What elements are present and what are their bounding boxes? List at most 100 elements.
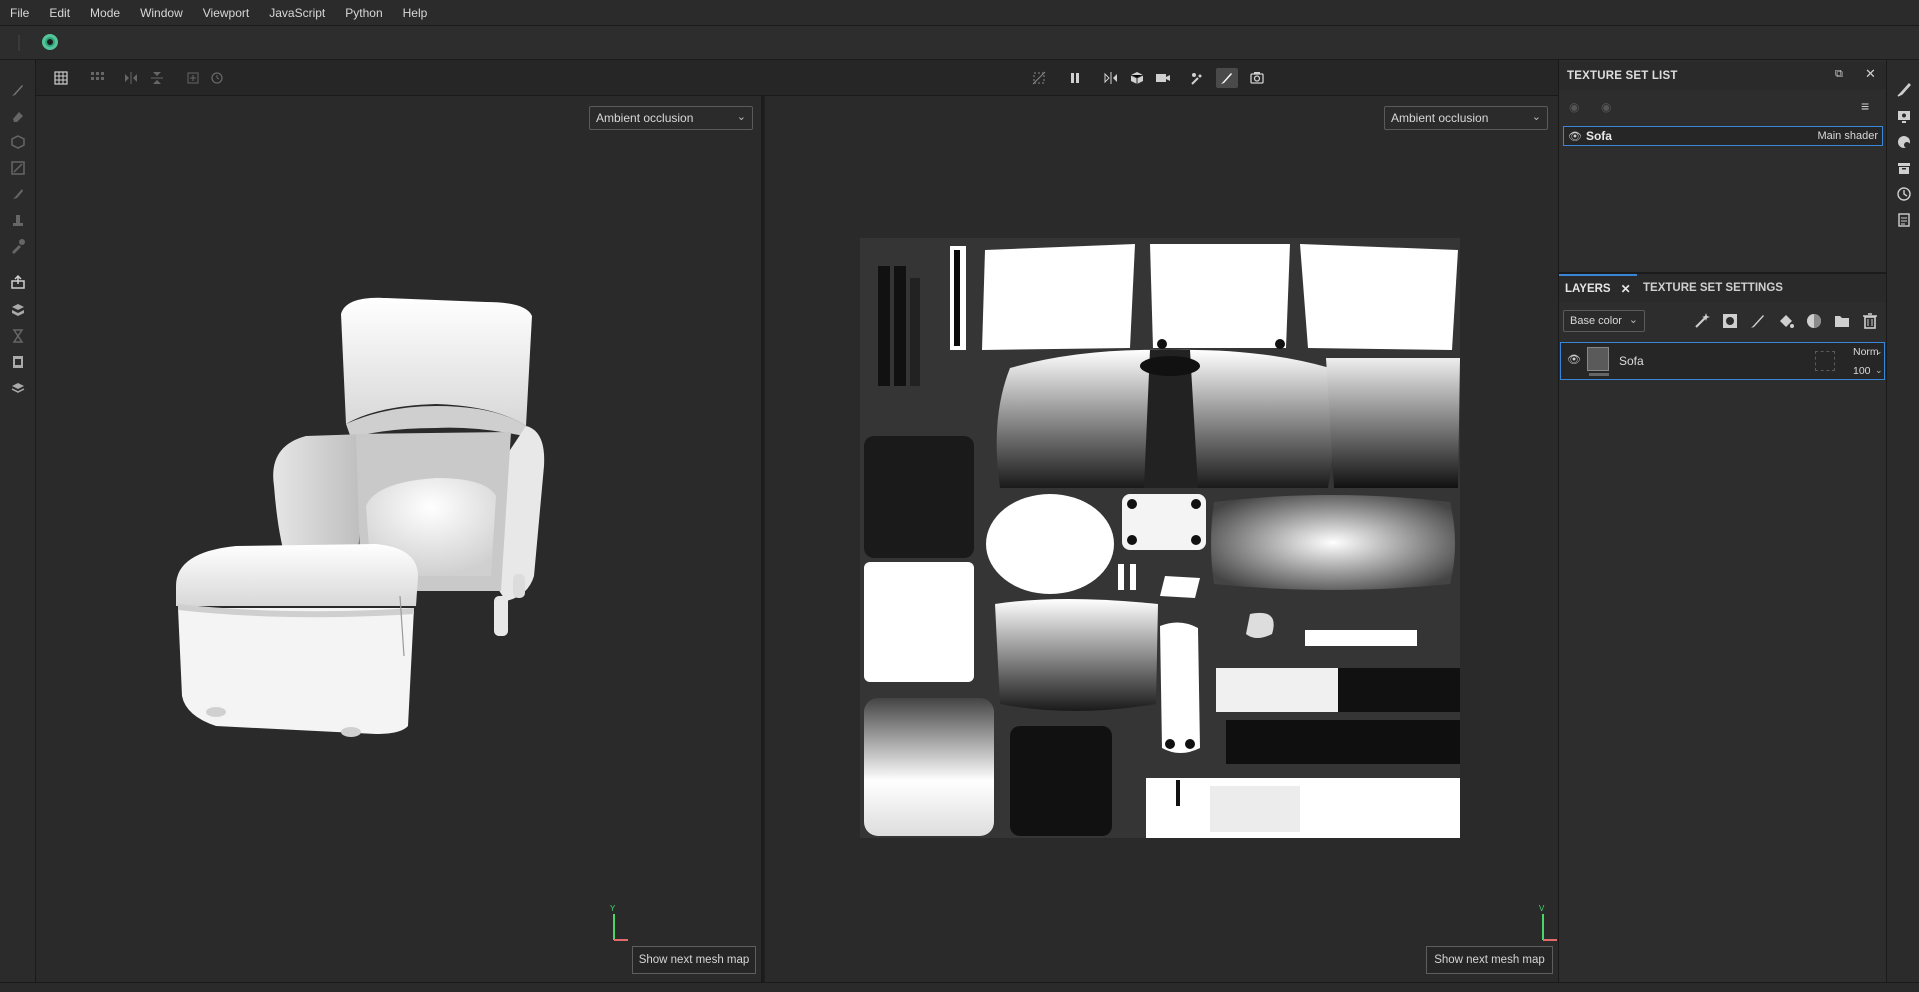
hourglass-icon[interactable] [8, 326, 28, 346]
menu-window[interactable]: Window [130, 6, 193, 20]
show-all-icon[interactable]: ◉ [1601, 100, 1611, 114]
axis-gizmo-2d [1542, 914, 1557, 941]
viewport-3d[interactable]: Ambient occlusion ⌄ Y Show next mesh map [36, 96, 763, 982]
plugin-logo-icon[interactable] [42, 34, 58, 50]
layer-thumbnail-bar [1589, 373, 1609, 376]
layout-grid-icon[interactable] [86, 68, 108, 88]
hide-uv-icon[interactable] [1028, 68, 1050, 88]
layer-channel-select[interactable]: Base color ⌄ [1563, 310, 1645, 332]
add-smart-material-icon[interactable] [1805, 312, 1823, 330]
tab-layers-label: LAYERS [1565, 283, 1611, 295]
pause-icon[interactable] [1064, 68, 1086, 88]
layer-name: Sofa [1619, 354, 1644, 368]
menu-help[interactable]: Help [393, 6, 438, 20]
float-panel-icon[interactable]: ⧉ [1835, 68, 1843, 81]
viewport-2d[interactable]: Ambient occlusion ⌄ V Show next mesh map [765, 96, 1558, 982]
layer-icon[interactable] [8, 378, 28, 398]
close-icon[interactable]: ✕ [1865, 66, 1876, 82]
projection-icon[interactable] [8, 132, 28, 152]
list-menu-icon[interactable]: ≡ [1861, 98, 1869, 114]
right-toolbar [1886, 60, 1919, 982]
color-picker-icon[interactable] [8, 236, 28, 256]
frame-icon[interactable] [182, 68, 204, 88]
texture-set-list-title: TEXTURE SET LIST [1567, 70, 1678, 82]
layer-opacity[interactable]: 100 [1853, 365, 1871, 377]
mirror-horizontal-icon[interactable] [120, 68, 142, 88]
add-paint-layer-icon[interactable] [1749, 312, 1767, 330]
hide-all-icon[interactable]: ◉ [1569, 100, 1579, 114]
add-folder-icon[interactable] [1833, 312, 1851, 330]
menu-bar: File Edit Mode Window Viewport JavaScrip… [0, 0, 1919, 26]
show-next-mesh-map-button-2d[interactable]: Show next mesh map [1426, 946, 1553, 974]
environment-icon[interactable] [1894, 132, 1914, 152]
chevron-down-icon: ⌄ [1628, 314, 1638, 326]
viewport-3d-channel-value: Ambient occlusion [596, 111, 694, 125]
chevron-down-icon: ⌄ [1531, 111, 1541, 123]
eraser-icon[interactable] [8, 106, 28, 126]
menu-file[interactable]: File [0, 6, 39, 20]
menu-javascript[interactable]: JavaScript [259, 6, 335, 20]
tab-texture-set-settings[interactable]: TEXTURE SET SETTINGS [1643, 274, 1783, 302]
display-settings-icon[interactable] [1894, 106, 1914, 126]
layout-single-icon[interactable] [50, 68, 72, 88]
viewport-2d-channel-value: Ambient occlusion [1391, 111, 1489, 125]
layers-tab-bar: LAYERS ✕ TEXTURE SET SETTINGS [1559, 274, 1887, 302]
chevron-down-icon: ⌄ [1875, 346, 1883, 356]
armchair-model [176, 297, 545, 737]
menu-edit[interactable]: Edit [39, 6, 80, 20]
layer-row[interactable]: 👁 Sofa Norm ⌄ 100 ⌄ [1560, 342, 1885, 380]
layer-mask-slot[interactable] [1815, 351, 1835, 371]
tab-layers[interactable]: LAYERS ✕ [1559, 274, 1637, 302]
context-toolbar [0, 26, 1919, 60]
texture-set-row[interactable]: 👁 Sofa Main shader [1563, 126, 1883, 146]
close-tab-icon[interactable]: ✕ [1621, 282, 1631, 296]
chevron-down-icon: ⌄ [1875, 365, 1883, 375]
show-next-mesh-map-button-3d[interactable]: Show next mesh map [632, 946, 756, 974]
layer-actions [1693, 312, 1879, 330]
export-icon[interactable] [8, 272, 28, 292]
left-toolbar [0, 60, 36, 982]
axis-v-label: V [1539, 904, 1545, 913]
menu-mode[interactable]: Mode [80, 6, 130, 20]
layer-thumbnail [1587, 347, 1609, 371]
chevron-down-icon: ⌄ [736, 111, 746, 123]
smudge-icon[interactable] [8, 184, 28, 204]
eye-icon[interactable]: 👁 [1568, 130, 1582, 143]
history-icon[interactable] [8, 352, 28, 372]
status-bar [0, 982, 1919, 992]
viewport-2d-channel-select[interactable]: Ambient occlusion ⌄ [1384, 106, 1548, 130]
paint-brush-icon[interactable] [8, 80, 28, 100]
screenshot-camera-icon[interactable] [1246, 68, 1268, 88]
cube-display-icon[interactable] [1126, 68, 1148, 88]
uv-texture-map [860, 238, 1460, 838]
right-dock: TEXTURE SET LIST ⧉ ✕ ◉ ◉ ≡ 👁 Sofa Main s… [1558, 60, 1887, 982]
shelf-icon[interactable] [1894, 158, 1914, 178]
texture-set-name: Sofa [1585, 129, 1612, 143]
add-effect-icon[interactable] [1693, 312, 1711, 330]
particles-icon[interactable] [1186, 68, 1208, 88]
toolbar-grip[interactable] [18, 35, 20, 51]
history-icon[interactable] [1894, 184, 1914, 204]
eye-icon[interactable]: 👁 [1567, 353, 1581, 366]
add-mask-icon[interactable] [1721, 312, 1739, 330]
layer-channel-value: Base color [1570, 315, 1622, 327]
axis-y-label: Y [610, 904, 616, 913]
mirror-vertical-icon[interactable] [146, 68, 168, 88]
brush-settings-icon[interactable] [1894, 80, 1914, 100]
reset-view-icon[interactable] [206, 68, 228, 88]
viewport-toolbar [36, 60, 1558, 96]
clone-stamp-icon[interactable] [8, 210, 28, 230]
symmetry-icon[interactable] [1100, 68, 1122, 88]
viewport-3d-channel-select[interactable]: Ambient occlusion ⌄ [589, 106, 753, 130]
texture-set-shader[interactable]: Main shader [1817, 130, 1878, 142]
delete-layer-icon[interactable] [1861, 312, 1879, 330]
menu-python[interactable]: Python [335, 6, 392, 20]
paint-mode-icon[interactable] [1216, 68, 1238, 88]
log-icon[interactable] [1894, 210, 1914, 230]
menu-viewport[interactable]: Viewport [193, 6, 259, 20]
geometry-mask-icon[interactable] [8, 158, 28, 178]
add-fill-layer-icon[interactable] [1777, 312, 1795, 330]
bake-icon[interactable] [8, 300, 28, 320]
camera-icon[interactable] [1152, 68, 1174, 88]
axis-gizmo-3d [613, 914, 628, 941]
